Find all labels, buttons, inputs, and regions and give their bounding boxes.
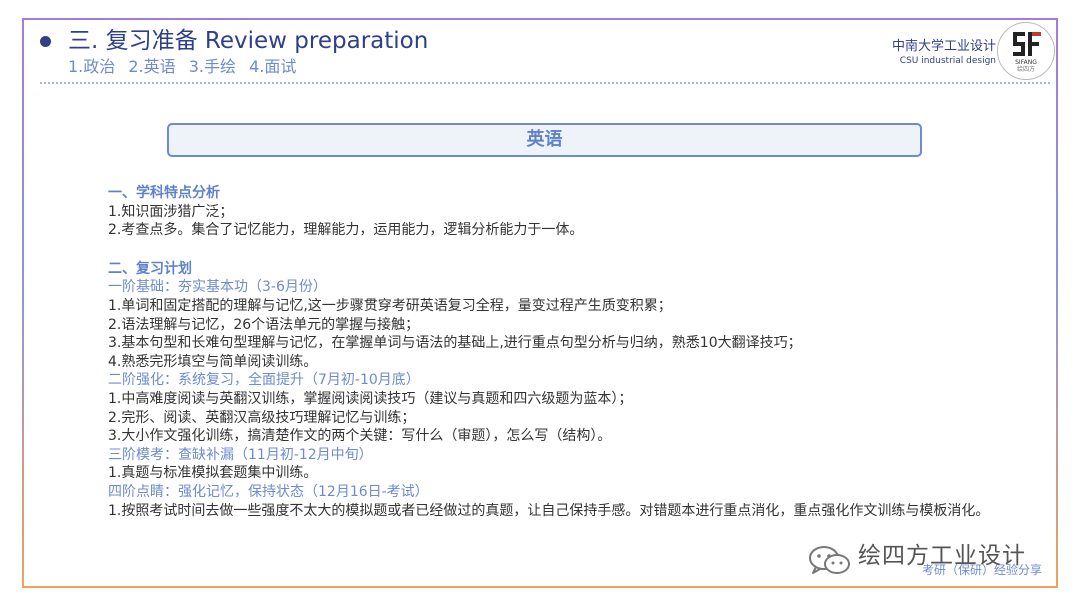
subtitle-item-politics: 1.政治: [68, 57, 116, 76]
phase-title-1: 一阶基础：夯实基本功（3-6月份）: [108, 279, 327, 296]
text-line: 1.知识面涉猎广泛；: [108, 203, 234, 220]
subtitle-item-interview: 4.面试: [249, 57, 297, 76]
subtitle-item-english: 2.英语: [128, 57, 176, 76]
logo-caption: SIFANG: [1015, 59, 1037, 66]
subtitle-nav: 1.政治 2.英语 3.手绘 4.面试: [68, 57, 304, 77]
subtitle-item-drawing: 3.手绘: [188, 57, 237, 76]
phase-title-2: 二阶强化：系统复习，全面提升（7月初-10月底）: [108, 372, 420, 389]
text-line: 1.中高难度阅读与英翻汉训练，掌握阅读阅读技巧（建议与真题和四六级题为蓝本）；: [108, 390, 633, 407]
text-line: 3.大小作文强化训练，搞清楚作文的两个关键：写什么（审题），怎么写（结构）。: [108, 428, 612, 445]
section-banner: 英语: [167, 123, 922, 157]
text-line: 4.熟悉完形填空与简单阅读训练。: [108, 353, 318, 370]
section-heading-features: 一、学科特点分析: [108, 185, 220, 201]
phase-title-4: 四阶点睛：强化记忆，保持状态（12月16日-考试）: [108, 483, 429, 500]
text-line: 1.按照考试时间去做一些强度不太大的模拟题或者已经做过的真题，让自己保持手感。对…: [108, 502, 990, 519]
phase-title-3: 三阶模考：查缺补漏（11月初-12月中旬）: [108, 446, 373, 463]
content-body: 一、学科特点分析 1.知识面涉猎广泛； 2.考查点多。集合了记忆能力，理解能力，…: [108, 184, 998, 520]
text-line: 2.考查点多。集合了记忆能力，理解能力，运用能力，逻辑分析能力于一体。: [108, 222, 584, 239]
watermark-subtext: 考研（保研）经验分享: [922, 563, 1043, 577]
brand-logo: SIFANG 绘四方: [997, 22, 1055, 80]
bullet-dot-icon: [40, 36, 51, 47]
text-line: 2.完形、阅读、英翻汉高级技巧理解记忆与训练；: [108, 409, 416, 426]
text-line: 2.语法理解与记忆，26个语法单元的掌握与接触；: [108, 316, 420, 333]
wechat-icon: [809, 546, 850, 574]
text-line: 3.基本句型和长难句型理解与记忆，在掌握单词与语法的基础上,进行重点句型分析与归…: [108, 335, 802, 352]
brand-name-en: CSU industrial design: [899, 56, 996, 66]
text-line: 1.真题与标准模拟套题集中训练。: [108, 465, 318, 482]
logo-caption-cn: 绘四方: [1016, 66, 1035, 73]
header-divider: [40, 82, 1050, 84]
brand-name-cn: 中南大学工业设计: [891, 39, 996, 54]
page-title: 三. 复习准备 Review preparation: [68, 28, 429, 54]
text-line: 1.单词和固定搭配的理解与记忆,这一步骤贯穿考研英语复习全程，量变过程产生质变积…: [108, 297, 672, 314]
section-heading-plan: 二、复习计划: [108, 260, 192, 277]
sifang-logo-icon: [1013, 32, 1041, 56]
